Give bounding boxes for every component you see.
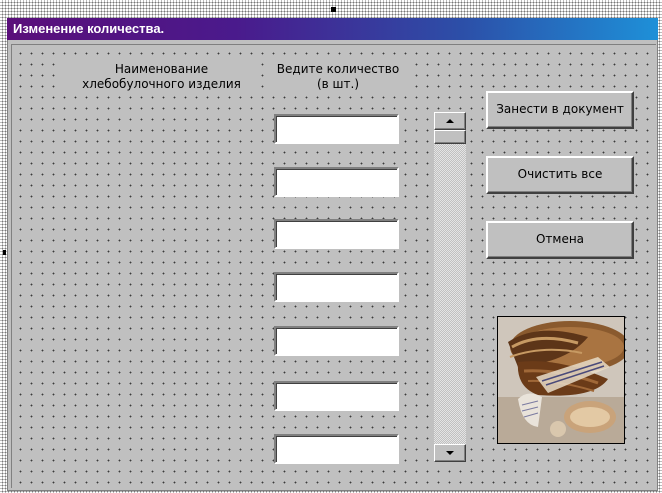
quantity-field-3[interactable] [274,219,399,249]
scroll-down-button[interactable] [434,444,466,462]
cancel-button[interactable]: Отмена [486,221,634,259]
quantity-field-5[interactable] [274,326,399,356]
product-name-header: Наименование хлебобулочного изделия [63,62,260,92]
quantity-field-1[interactable] [274,114,399,144]
clear-all-button[interactable]: Очистить все [486,156,634,194]
window-title: Изменение количества. [13,21,165,36]
scroll-thumb[interactable] [434,130,466,144]
quantity-header: Ведите количество (в шт.) [268,62,408,92]
title-bar[interactable]: Изменение количества. [7,18,658,40]
bread-illustration [498,317,624,443]
quantity-field-4[interactable] [274,272,399,302]
top-resize-handle[interactable] [331,7,336,12]
left-resize-handle[interactable] [3,250,6,255]
quantity-field-2[interactable] [274,167,399,197]
bread-basket-image [497,316,625,444]
arrow-up-icon [446,119,454,123]
arrow-down-icon [446,451,454,455]
quantity-field-6[interactable] [274,381,399,411]
scroll-up-button[interactable] [434,112,466,130]
vertical-scrollbar[interactable] [434,112,466,462]
quantity-field-7[interactable] [274,434,399,464]
submit-to-document-button[interactable]: Занести в документ [486,91,634,129]
